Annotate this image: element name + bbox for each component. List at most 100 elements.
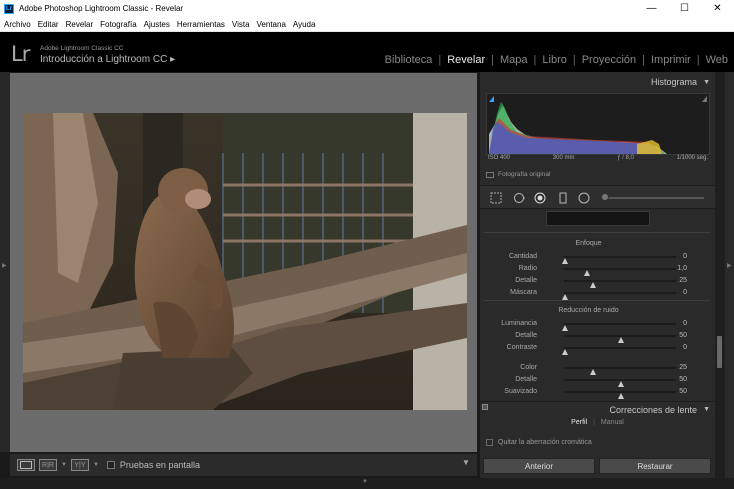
histogram-collapse-icon[interactable]: ▼ xyxy=(703,79,710,86)
expand-filmstrip-icon[interactable]: ▼ xyxy=(362,479,368,485)
exif-focal: 300 mm xyxy=(552,155,575,161)
slider-track[interactable] xyxy=(562,292,676,300)
loupe-icon-shape xyxy=(20,461,32,469)
softproof-checkbox[interactable] xyxy=(106,461,115,469)
menu-ventana[interactable]: Ventana xyxy=(257,20,286,29)
slider-track[interactable] xyxy=(564,335,676,343)
slider-thumb[interactable] xyxy=(562,349,568,355)
menu-ajustes[interactable]: Ajustes xyxy=(144,20,170,29)
collapse-right-panel-icon[interactable]: ▶ xyxy=(727,262,732,269)
menu-herramientas[interactable]: Herramientas xyxy=(177,20,225,29)
slider-track[interactable] xyxy=(564,367,676,375)
toolbar-content-dropdown[interactable]: ▼ xyxy=(459,458,473,472)
minimize-button[interactable]: — xyxy=(635,0,668,17)
panel-buttons: Anterior Restaurar xyxy=(480,455,715,477)
scrollbar-thumb[interactable] xyxy=(717,336,722,368)
red-eye-icon[interactable] xyxy=(534,192,546,204)
module-libro[interactable]: Libro xyxy=(536,54,572,66)
right-panel-edge[interactable]: ▶ xyxy=(725,72,734,478)
slider-value[interactable]: 50 xyxy=(679,332,687,339)
adjustment-brush-slider[interactable] xyxy=(604,197,704,199)
menu-fotografia[interactable]: Fotografía xyxy=(100,20,136,29)
filmstrip-collapsed[interactable]: ▼ xyxy=(0,478,734,489)
slider-value[interactable]: 0 xyxy=(683,253,687,260)
slider-track[interactable] xyxy=(564,391,676,399)
lens-panel-switch[interactable] xyxy=(482,404,488,410)
product-name: Adobe Lightroom Classic CC xyxy=(40,45,124,52)
lightroom-window: Lr Adobe Photoshop Lightroom Classic - R… xyxy=(0,0,734,489)
module-web[interactable]: Web xyxy=(700,54,734,66)
detail-preview[interactable] xyxy=(546,211,650,226)
graduated-filter-icon[interactable] xyxy=(557,192,569,204)
lens-tabs: Perfil | Manual xyxy=(480,419,715,433)
module-imprimir[interactable]: Imprimir xyxy=(645,54,697,66)
slider-value[interactable]: 0 xyxy=(683,344,687,351)
histogram[interactable] xyxy=(486,93,710,155)
reset-button[interactable]: Restaurar xyxy=(599,458,711,474)
slider-value[interactable]: 0 xyxy=(683,289,687,296)
menu-ayuda[interactable]: Ayuda xyxy=(293,20,316,29)
sharpening-title: Enfoque xyxy=(575,240,602,247)
module-picker: Biblioteca | Revelar | Mapa | Libro | Proyec… xyxy=(379,53,734,67)
exif-info: ISO 400 300 mm ƒ / 8,0 1/1000 seg. xyxy=(486,155,710,165)
slider-row: Color 25 xyxy=(480,363,697,375)
menu-bar: Archivo Editar Revelar Fotografía Ajuste… xyxy=(0,17,734,32)
module-proyeccion[interactable]: Proyección xyxy=(576,54,642,66)
tool-strip xyxy=(480,185,715,209)
histogram-title: Histograma xyxy=(651,77,698,87)
module-revelar[interactable]: Revelar xyxy=(441,54,491,66)
adjustment-brush-thumb[interactable] xyxy=(601,193,609,201)
maximize-button[interactable]: ☐ xyxy=(668,0,701,17)
slider-row: Detalle 50 xyxy=(480,375,697,387)
before-after-button[interactable]: R|R xyxy=(39,459,57,471)
slider-row: Máscara 0 xyxy=(480,288,697,300)
slider-track[interactable] xyxy=(564,268,676,276)
slider-value[interactable]: 50 xyxy=(679,376,687,383)
slider-thumb[interactable] xyxy=(618,393,624,399)
crop-overlay-icon[interactable] xyxy=(490,192,502,204)
slider-label: Luminancia xyxy=(501,320,537,327)
baboon-photo[interactable] xyxy=(23,113,467,410)
radial-filter-icon[interactable] xyxy=(578,192,590,204)
shadow-clipping-icon xyxy=(489,96,494,102)
slider-label: Detalle xyxy=(515,332,537,339)
histogram-header[interactable]: Histograma ▼ xyxy=(480,75,715,89)
slider-value[interactable]: 25 xyxy=(679,277,687,284)
left-panel-collapsed[interactable]: ▶ xyxy=(0,72,10,452)
menu-revelar[interactable]: Revelar xyxy=(66,20,94,29)
yy-button[interactable]: Y|Y xyxy=(70,459,89,471)
remove-ca-checkbox[interactable] xyxy=(486,439,493,446)
lens-collapse-icon[interactable]: ▼ xyxy=(703,406,710,413)
slider-track[interactable] xyxy=(562,256,676,264)
expand-left-panel-icon[interactable]: ▶ xyxy=(2,262,7,269)
slider-value[interactable]: 1,0 xyxy=(677,265,687,272)
original-photo-toggle[interactable]: Fotografía original xyxy=(486,171,550,178)
loupe-view-icon[interactable] xyxy=(17,459,35,471)
close-button[interactable]: ✕ xyxy=(701,0,734,17)
slider-track[interactable] xyxy=(564,379,676,387)
module-biblioteca[interactable]: Biblioteca xyxy=(379,54,439,66)
menu-vista[interactable]: Vista xyxy=(232,20,250,29)
yy-dropdown-icon[interactable]: ▼ xyxy=(93,462,99,468)
menu-editar[interactable]: Editar xyxy=(38,20,59,29)
slider-track[interactable] xyxy=(564,280,676,288)
remove-ca-option[interactable]: Quitar la aberración cromática xyxy=(486,439,592,446)
tab-perfil[interactable]: Perfil xyxy=(571,419,587,426)
module-mapa[interactable]: Mapa xyxy=(494,54,534,66)
original-photo-icon xyxy=(486,171,494,178)
before-after-dropdown-icon[interactable]: ▼ xyxy=(61,462,67,468)
loupe-toolbar: R|R ▼ Y|Y ▼ Pruebas en pantalla ▼ xyxy=(10,454,477,476)
catalog-name[interactable]: Introducción a Lightroom CC ▸ xyxy=(40,54,175,65)
slider-value[interactable]: 25 xyxy=(679,364,687,371)
histogram-graph xyxy=(489,96,707,154)
right-panel-scrollbar[interactable] xyxy=(715,72,725,478)
slider-track[interactable] xyxy=(562,347,676,355)
lens-corrections-header[interactable]: Correcciones de lente ▼ xyxy=(480,401,715,417)
slider-value[interactable]: 0 xyxy=(683,320,687,327)
spot-removal-icon[interactable] xyxy=(513,192,525,204)
previous-button[interactable]: Anterior xyxy=(483,458,595,474)
slider-track[interactable] xyxy=(562,323,676,331)
tab-manual[interactable]: Manual xyxy=(601,419,624,426)
menu-archivo[interactable]: Archivo xyxy=(4,20,31,29)
slider-value[interactable]: 50 xyxy=(679,388,687,395)
